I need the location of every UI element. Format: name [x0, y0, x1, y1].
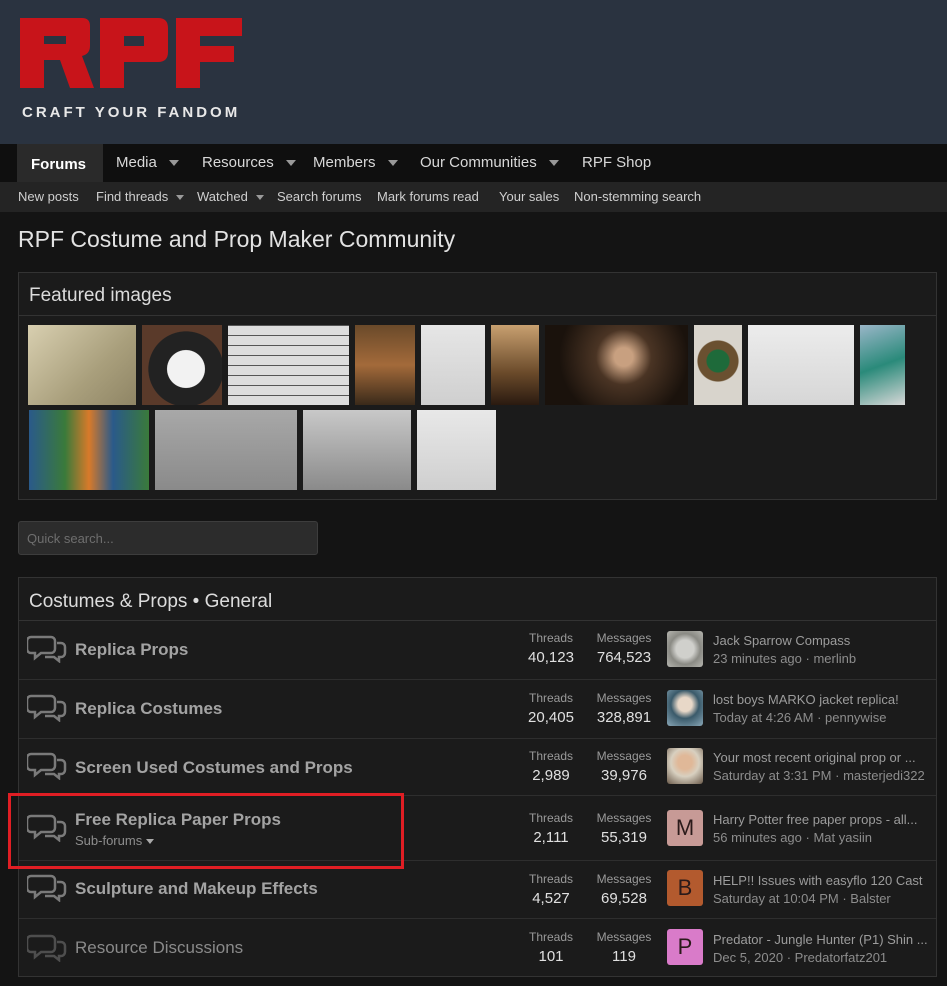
forum-row: Replica Props Threads 40,123 Messages 76…	[19, 621, 936, 680]
featured-image-map[interactable]	[28, 325, 136, 405]
avatar[interactable]: M	[667, 810, 703, 846]
chevron-down-icon	[285, 160, 296, 167]
featured-image-claws[interactable]	[417, 410, 496, 490]
chat-bubbles-icon	[27, 635, 67, 663]
featured-image-creature[interactable]	[355, 325, 415, 405]
last-post-title[interactable]: Jack Sparrow Compass	[713, 633, 933, 648]
avatar[interactable]	[667, 690, 703, 726]
subnav-your-sales[interactable]: Your sales	[499, 182, 559, 212]
chevron-down-icon	[255, 195, 264, 201]
chevron-down-icon	[176, 195, 185, 201]
subnav-mark-forums-read[interactable]: Mark forums read	[377, 182, 479, 212]
featured-image-ornament[interactable]	[694, 325, 742, 405]
forum-row: Screen Used Costumes and Props Threads 2…	[19, 738, 936, 796]
messages-count: 55,319	[601, 829, 647, 846]
last-post-meta[interactable]: Saturday at 3:31 PM · masterjedi322	[713, 768, 935, 783]
forum-title-link[interactable]: Replica Props	[75, 640, 188, 660]
highlight-box	[8, 793, 404, 869]
messages-label: Messages	[596, 749, 652, 763]
featured-image-movie-still[interactable]	[545, 325, 688, 405]
last-post-title[interactable]: lost boys MARKO jacket replica!	[713, 692, 933, 707]
forum-title-link[interactable]: Sculpture and Makeup Effects	[75, 879, 318, 899]
forum-title-link[interactable]: Resource Discussions	[75, 938, 243, 958]
avatar[interactable]: P	[667, 929, 703, 965]
last-post-meta[interactable]: Saturday at 10:04 PM · Balster	[713, 891, 935, 906]
forum-category-block: Costumes & Props • General Replica Props…	[18, 577, 937, 977]
chevron-down-icon	[168, 160, 179, 167]
nav-members[interactable]: Members	[299, 144, 412, 182]
chat-bubbles-icon	[27, 934, 67, 962]
featured-image-pistol[interactable]	[748, 325, 854, 405]
messages-label: Messages	[596, 872, 652, 886]
page-title: RPF Costume and Prop Maker Community	[18, 226, 456, 252]
featured-title: Featured images	[29, 285, 172, 306]
featured-image-wrist-device[interactable]	[142, 325, 222, 405]
forum-title-link[interactable]: Replica Costumes	[75, 699, 222, 719]
nav-rpf-shop[interactable]: RPF Shop	[568, 144, 665, 182]
messages-label: Messages	[596, 691, 652, 705]
subnav-find-threads[interactable]: Find threads	[96, 182, 185, 212]
quick-search-input[interactable]	[18, 521, 318, 555]
last-post-meta[interactable]: Today at 4:26 AM · pennywise	[713, 710, 935, 725]
avatar[interactable]	[667, 748, 703, 784]
featured-image-grid-parts[interactable]	[228, 325, 349, 405]
forum-title-link[interactable]: Screen Used Costumes and Props	[75, 758, 353, 778]
featured-image-predator[interactable]	[491, 325, 539, 405]
messages-count: 119	[612, 948, 636, 965]
featured-image-blasters[interactable]	[421, 325, 485, 405]
featured-images-block: Featured images	[18, 272, 937, 500]
subnav-new-posts[interactable]: New posts	[18, 182, 79, 212]
messages-count: 69,528	[601, 890, 647, 907]
featured-image-print-part[interactable]	[303, 410, 411, 490]
messages-label: Messages	[596, 930, 652, 944]
forum-row: Replica Costumes Threads 20,405 Messages…	[19, 679, 936, 739]
category-header: Costumes & Props • General	[19, 578, 936, 621]
messages-label: Messages	[596, 811, 652, 825]
subnav-watched[interactable]: Watched	[197, 182, 264, 212]
nav-media[interactable]: Media	[102, 144, 193, 182]
chat-bubbles-icon	[27, 752, 67, 780]
tagline: CRAFT YOUR FANDOM	[22, 104, 241, 121]
last-post-title[interactable]: Your most recent original prop or ...	[713, 750, 933, 765]
nav-resources[interactable]: Resources	[188, 144, 310, 182]
messages-count: 328,891	[596, 709, 652, 726]
forum-row: Resource Discussions Threads 101 Message…	[19, 918, 936, 976]
featured-header: Featured images	[19, 273, 936, 316]
avatar[interactable]: B	[667, 870, 703, 906]
messages-count: 39,976	[601, 767, 647, 784]
last-post-meta[interactable]: 56 minutes ago · Mat yasiin	[713, 830, 935, 845]
category-title[interactable]: Costumes & Props • General	[29, 591, 272, 613]
chat-bubbles-icon	[27, 694, 67, 722]
chevron-down-icon	[387, 160, 398, 167]
featured-image-cosplay[interactable]	[860, 325, 905, 405]
site-header: CRAFT YOUR FANDOM	[0, 0, 947, 144]
featured-image-red-hooks[interactable]	[155, 410, 297, 490]
rpf-logo[interactable]	[20, 16, 242, 116]
subnav-non-stemming-search[interactable]: Non-stemming search	[574, 182, 701, 212]
featured-image-park-maps[interactable]	[29, 410, 149, 490]
subnav-search-forums[interactable]: Search forums	[277, 182, 362, 212]
avatar[interactable]	[667, 631, 703, 667]
main-nav: Forums Media Resources Members Our Commu…	[0, 144, 947, 182]
nav-our-communities[interactable]: Our Communities	[406, 144, 573, 182]
messages-count: 764,523	[596, 649, 652, 666]
chat-bubbles-icon	[27, 874, 67, 902]
last-post-title[interactable]: Predator - Jungle Hunter (P1) Shin ...	[713, 932, 933, 947]
last-post-meta[interactable]: Dec 5, 2020 · Predatorfatz201	[713, 950, 935, 965]
nav-forums[interactable]: Forums	[17, 144, 103, 182]
chevron-down-icon	[548, 160, 559, 167]
sub-nav: New posts Find threads Watched Search fo…	[0, 182, 947, 212]
last-post-title[interactable]: Harry Potter free paper props - all...	[713, 812, 933, 827]
last-post-meta[interactable]: 23 minutes ago · merlinb	[713, 651, 935, 666]
messages-label: Messages	[596, 631, 652, 645]
last-post-title[interactable]: HELP!! Issues with easyflo 120 Cast	[713, 873, 933, 888]
